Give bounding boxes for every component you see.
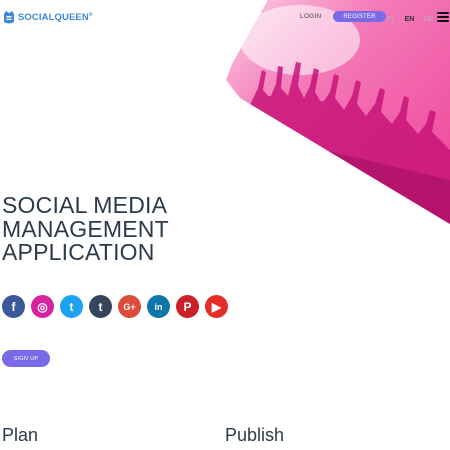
hero-title-line-2: MANAGEMENT [2,215,169,242]
registered-mark: ® [88,12,93,18]
facebook-icon[interactable]: f [2,295,25,318]
language-de[interactable]: DE [423,16,433,23]
section-title-plan: Plan [2,425,39,445]
twitter-icon[interactable]: t [60,295,83,318]
crown-logo-icon [4,11,14,24]
hero-title-line-1: SOCIAL MEDIA [2,192,168,218]
language-en[interactable]: EN [405,16,415,23]
instagram-icon[interactable]: ◎ [31,295,54,318]
social-icons-row: f ◎ t t G+ in P ▶ [2,295,228,318]
language-pl[interactable]: PL [387,16,396,23]
hero-title: SOCIAL MEDIA MANAGEMENT APPLICATION [2,192,169,265]
brand-name-part1: SOCIAL [18,12,55,23]
pinterest-icon[interactable]: P [176,295,199,318]
youtube-icon[interactable]: ▶ [205,295,228,318]
login-link[interactable]: LOGIN [300,13,321,20]
linkedin-icon[interactable]: in [147,295,170,318]
brand-name-part2: QUEEN [54,12,89,23]
brand-logo[interactable]: SOCIALQUEEN® [3,10,93,25]
google-plus-icon[interactable]: G+ [118,295,141,318]
tumblr-icon[interactable]: t [89,295,112,318]
section-title-publish: Publish [225,425,285,445]
signup-button[interactable]: SIGN UP [2,350,50,367]
language-switcher: PL EN DE [387,16,433,23]
register-button[interactable]: REGISTER [333,11,386,22]
brand-name: SOCIALQUEEN® [18,12,93,23]
hero-title-line-3: APPLICATION [2,239,155,265]
hamburger-menu-icon[interactable] [437,12,449,22]
